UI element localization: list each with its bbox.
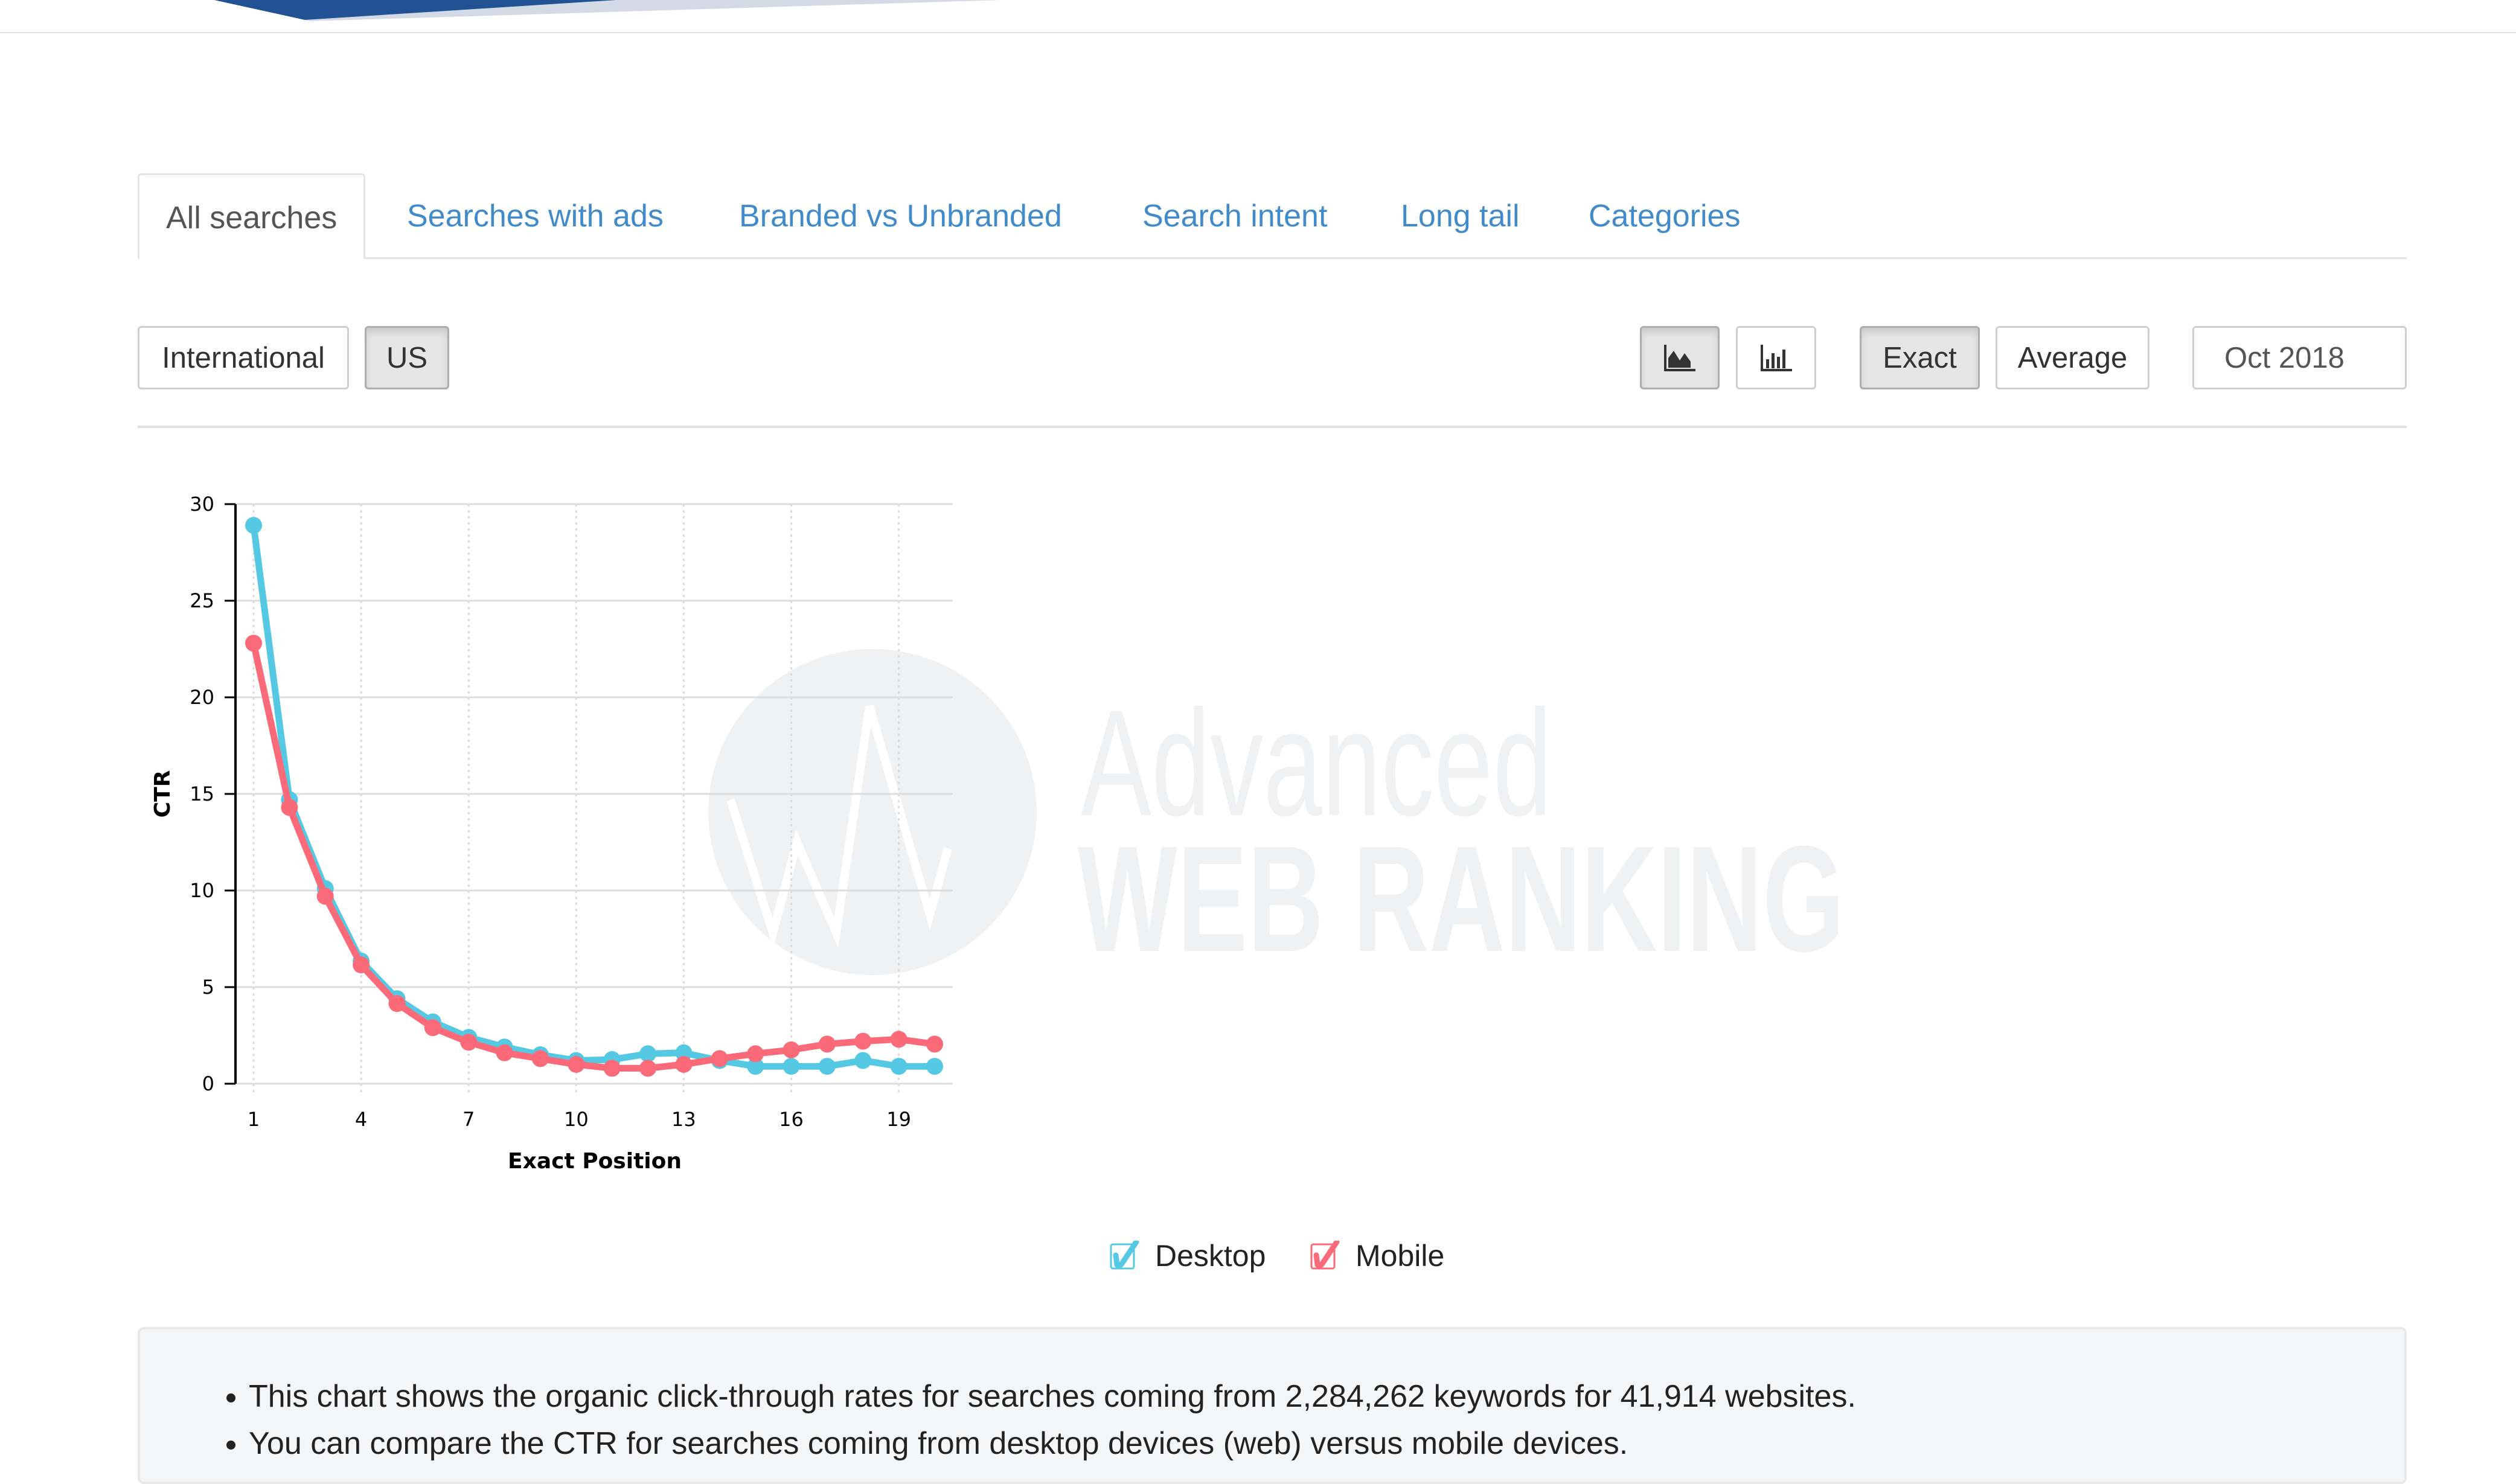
y-tick-label: 20 xyxy=(190,686,214,709)
x-tick-label: 7 xyxy=(463,1108,475,1131)
area-chart-button[interactable] xyxy=(1640,326,1720,389)
watermark-line2: WEB RANKING xyxy=(1078,814,1845,983)
legend-desktop[interactable]: Desktop xyxy=(1110,1235,1266,1277)
bar-chart-icon xyxy=(1760,344,1792,371)
y-tick-label: 30 xyxy=(190,493,214,516)
tab-searches-with-ads[interactable]: Searches with ads xyxy=(407,173,664,257)
mobile-data-point[interactable] xyxy=(783,1041,800,1058)
info-bullet: You can compare the CTR for searches com… xyxy=(249,1420,1856,1467)
info-list: This chart shows the organic click-throu… xyxy=(140,1373,1856,1467)
desktop-data-point[interactable] xyxy=(890,1058,907,1075)
toolbar-divider xyxy=(138,426,2407,428)
date-selector[interactable]: Oct 2018 xyxy=(2192,326,2407,389)
y-tick-label: 25 xyxy=(190,589,214,612)
tab-branded-vs-unbranded[interactable]: Branded vs Unbranded xyxy=(739,173,1062,257)
mobile-data-point[interactable] xyxy=(568,1056,585,1073)
mobile-data-point[interactable] xyxy=(639,1060,657,1077)
mobile-data-point[interactable] xyxy=(245,635,262,652)
bar-chart-button[interactable] xyxy=(1736,326,1816,389)
mobile-data-point[interactable] xyxy=(711,1050,728,1067)
average-button[interactable]: Average xyxy=(1996,326,2149,389)
mobile-data-point[interactable] xyxy=(460,1034,478,1051)
international-button[interactable]: International xyxy=(138,326,349,389)
mobile-data-point[interactable] xyxy=(316,888,334,905)
ctr-line-chart: 1 4 7 10 13 16 19 0 5 10 15 20 25 30 CTR Exact Positi… xyxy=(150,493,953,1174)
x-tick-label: 13 xyxy=(671,1108,696,1131)
mobile-data-point[interactable] xyxy=(353,956,370,974)
mobile-data-point[interactable] xyxy=(926,1035,943,1053)
x-tick-label: 16 xyxy=(779,1108,804,1131)
info-bullet: This chart shows the organic click-throu… xyxy=(249,1373,1856,1420)
mobile-data-point[interactable] xyxy=(496,1044,513,1061)
mobile-data-point[interactable] xyxy=(388,995,406,1012)
tab-categories[interactable]: Categories xyxy=(1589,173,1740,257)
mobile-data-point[interactable] xyxy=(531,1050,549,1067)
mobile-data-point[interactable] xyxy=(675,1056,693,1073)
brand-logo-banner[interactable] xyxy=(0,0,1087,36)
mobile-data-point[interactable] xyxy=(890,1031,907,1048)
tab-long-tail[interactable]: Long tail xyxy=(1401,173,1520,257)
legend-mobile[interactable]: Mobile xyxy=(1310,1235,1444,1277)
desktop-data-point[interactable] xyxy=(818,1058,836,1075)
legend-desktop-label: Desktop xyxy=(1155,1239,1266,1273)
y-axis-label: CTR xyxy=(150,770,175,818)
desktop-data-point[interactable] xyxy=(854,1052,872,1069)
desktop-data-point[interactable] xyxy=(245,517,262,534)
tabs-underline xyxy=(138,257,2407,259)
mobile-data-point[interactable] xyxy=(818,1035,836,1053)
desktop-checkbox-icon[interactable] xyxy=(1110,1241,1140,1271)
desktop-series-line xyxy=(250,525,935,1070)
desktop-data-point[interactable] xyxy=(926,1058,943,1075)
legend-mobile-label: Mobile xyxy=(1356,1239,1445,1273)
y-tick-label: 15 xyxy=(190,782,214,805)
x-tick-label: 19 xyxy=(886,1108,911,1131)
mobile-data-point[interactable] xyxy=(854,1032,872,1050)
info-panel: This chart shows the organic click-throu… xyxy=(138,1327,2407,1484)
tab-all-searches[interactable]: All searches xyxy=(138,173,366,259)
desktop-data-point[interactable] xyxy=(639,1045,657,1063)
desktop-data-point[interactable] xyxy=(783,1058,800,1075)
exact-button[interactable]: Exact xyxy=(1860,326,1980,389)
x-tick-label: 4 xyxy=(355,1108,367,1131)
y-tick-label: 10 xyxy=(190,879,214,902)
x-tick-label: 1 xyxy=(248,1108,260,1131)
y-tick-label: 5 xyxy=(202,976,214,999)
mobile-data-point[interactable] xyxy=(424,1019,441,1037)
mobile-series-line xyxy=(250,642,935,1072)
mobile-data-point[interactable] xyxy=(281,799,298,816)
x-axis-label: Exact Position xyxy=(508,1149,682,1174)
mobile-checkbox-icon[interactable] xyxy=(1310,1241,1340,1271)
tab-search-intent[interactable]: Search intent xyxy=(1142,173,1327,257)
mobile-data-point[interactable] xyxy=(603,1060,621,1077)
x-tick-label: 10 xyxy=(564,1108,589,1131)
us-button[interactable]: US xyxy=(365,326,449,389)
report-tabs: All searches Searches with ads Branded v… xyxy=(138,173,2407,259)
y-tick-label: 0 xyxy=(202,1072,214,1095)
mobile-data-point[interactable] xyxy=(747,1045,764,1063)
area-chart-icon xyxy=(1664,344,1695,371)
header-divider xyxy=(0,32,2516,33)
